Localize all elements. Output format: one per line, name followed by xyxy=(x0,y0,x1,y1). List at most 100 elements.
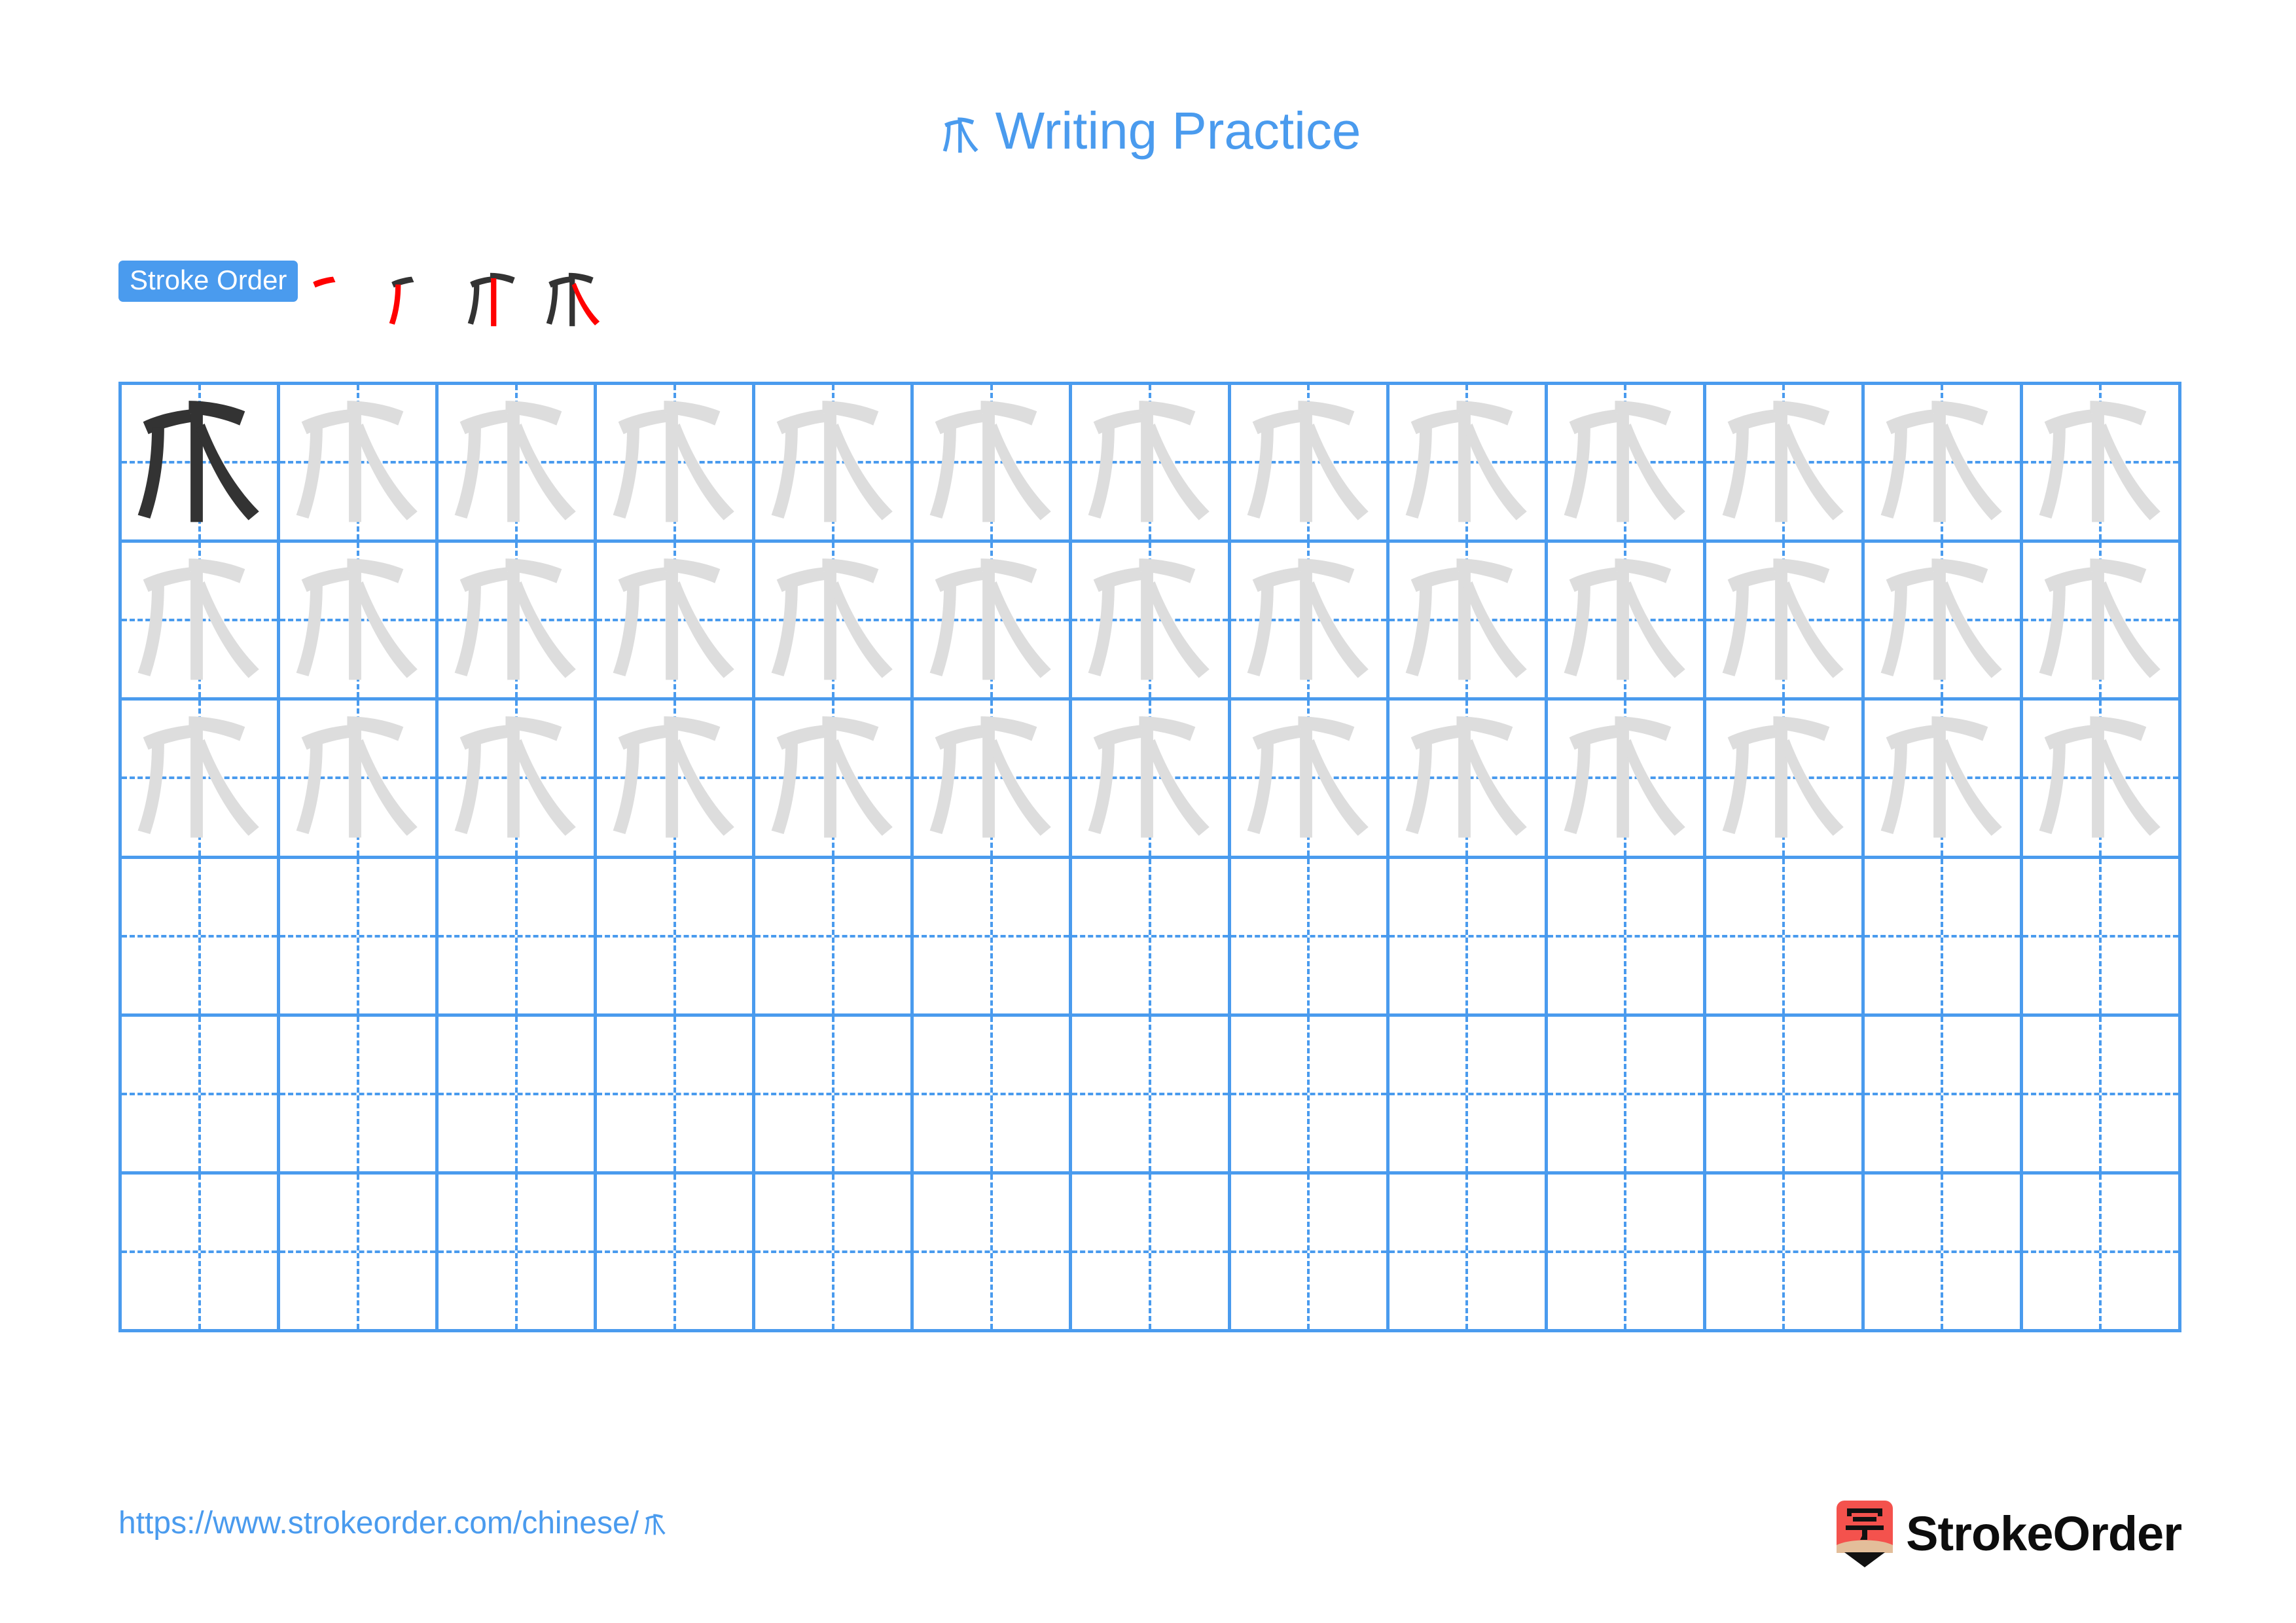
trace-character xyxy=(755,385,910,539)
practice-cell[interactable] xyxy=(914,1016,1073,1175)
practice-cell[interactable] xyxy=(597,543,756,701)
practice-cell[interactable] xyxy=(439,543,598,701)
practice-cell[interactable] xyxy=(597,858,756,1017)
practice-cell[interactable] xyxy=(280,1016,439,1175)
practice-cell[interactable] xyxy=(1072,701,1231,859)
practice-cell[interactable] xyxy=(1230,701,1390,859)
practice-cell[interactable] xyxy=(122,1016,281,1175)
practice-cell[interactable] xyxy=(755,1016,914,1175)
practice-cell[interactable] xyxy=(1072,1016,1231,1175)
practice-cell[interactable] xyxy=(1389,1016,1548,1175)
practice-cell[interactable] xyxy=(1706,701,1865,859)
practice-cell[interactable] xyxy=(1389,1174,1548,1332)
practice-cell[interactable] xyxy=(1547,385,1706,543)
practice-grid xyxy=(118,382,2181,1332)
practice-cell[interactable] xyxy=(1072,385,1231,543)
practice-cell[interactable] xyxy=(914,701,1073,859)
practice-cell[interactable] xyxy=(1706,385,1865,543)
footer-url[interactable]: https://www.strokeorder.com/chinese/ xyxy=(118,1508,670,1539)
practice-cell[interactable] xyxy=(1230,543,1390,701)
practice-cell[interactable] xyxy=(597,385,756,543)
trace-character xyxy=(1390,701,1545,855)
practice-cell[interactable] xyxy=(280,858,439,1017)
trace-character xyxy=(1231,385,1386,539)
practice-cell[interactable] xyxy=(1230,1016,1390,1175)
practice-cell[interactable] xyxy=(914,1174,1073,1332)
practice-cell[interactable] xyxy=(1706,1174,1865,1332)
practice-cell[interactable] xyxy=(755,701,914,859)
practice-cell[interactable] xyxy=(2022,385,2181,543)
practice-cell[interactable] xyxy=(1864,701,2023,859)
practice-cell[interactable] xyxy=(1230,385,1390,543)
trace-character xyxy=(1231,701,1386,855)
footer-url-text: https://www.strokeorder.com/chinese/ xyxy=(118,1506,639,1541)
practice-cell[interactable] xyxy=(1706,1016,1865,1175)
practice-cell[interactable] xyxy=(1389,701,1548,859)
practice-cell[interactable] xyxy=(1864,1016,2023,1175)
practice-cell[interactable] xyxy=(1864,385,2023,543)
practice-cell[interactable] xyxy=(1547,858,1706,1017)
practice-cell[interactable] xyxy=(439,701,598,859)
practice-cell[interactable] xyxy=(280,543,439,701)
practice-cell[interactable] xyxy=(439,858,598,1017)
practice-cell[interactable] xyxy=(439,1016,598,1175)
practice-cell[interactable] xyxy=(280,1174,439,1332)
practice-cell[interactable] xyxy=(1389,543,1548,701)
trace-character xyxy=(1072,385,1227,539)
practice-cell[interactable] xyxy=(1864,1174,2023,1332)
practice-cell[interactable] xyxy=(914,858,1073,1017)
practice-cell[interactable] xyxy=(439,385,598,543)
practice-cell[interactable] xyxy=(280,701,439,859)
trace-character xyxy=(755,701,910,855)
practice-cell[interactable] xyxy=(280,385,439,543)
practice-cell[interactable] xyxy=(597,1174,756,1332)
practice-cell[interactable] xyxy=(1389,858,1548,1017)
trace-character xyxy=(914,385,1069,539)
practice-cell[interactable] xyxy=(122,385,281,543)
trace-character xyxy=(2023,385,2178,539)
practice-cell[interactable] xyxy=(1230,1174,1390,1332)
practice-cell[interactable] xyxy=(2022,1174,2181,1332)
page-title: Writing Practice xyxy=(0,105,2296,158)
practice-cell[interactable] xyxy=(914,543,1073,701)
trace-character xyxy=(1072,543,1227,697)
practice-cell[interactable] xyxy=(914,385,1073,543)
practice-cell[interactable] xyxy=(597,701,756,859)
practice-cell[interactable] xyxy=(1547,701,1706,859)
practice-cell[interactable] xyxy=(2022,1016,2181,1175)
practice-cell[interactable] xyxy=(1072,1174,1231,1332)
practice-cell[interactable] xyxy=(1072,858,1231,1017)
practice-cell[interactable] xyxy=(1547,543,1706,701)
practice-cell[interactable] xyxy=(755,858,914,1017)
stroke-order-section: Stroke Order xyxy=(118,257,612,335)
practice-cell[interactable] xyxy=(1706,858,1865,1017)
practice-cell[interactable] xyxy=(122,1174,281,1332)
stroke-step-2 xyxy=(378,257,455,334)
trace-character xyxy=(280,701,435,855)
practice-cell[interactable] xyxy=(755,543,914,701)
practice-cell[interactable] xyxy=(755,1174,914,1332)
practice-cell[interactable] xyxy=(755,385,914,543)
practice-cell[interactable] xyxy=(1864,543,2023,701)
practice-cell[interactable] xyxy=(1389,385,1548,543)
practice-cell[interactable] xyxy=(122,858,281,1017)
practice-cell[interactable] xyxy=(2022,701,2181,859)
practice-cell[interactable] xyxy=(1547,1016,1706,1175)
practice-cell[interactable] xyxy=(1072,543,1231,701)
trace-character xyxy=(439,385,594,539)
practice-cell[interactable] xyxy=(1706,543,1865,701)
practice-cell[interactable] xyxy=(2022,543,2181,701)
practice-cell[interactable] xyxy=(122,701,281,859)
practice-cell[interactable] xyxy=(2022,858,2181,1017)
trace-character xyxy=(1865,385,2020,539)
practice-cell[interactable] xyxy=(122,543,281,701)
trace-character xyxy=(1548,543,1703,697)
trace-character xyxy=(597,543,752,697)
practice-cell[interactable] xyxy=(1230,858,1390,1017)
trace-character xyxy=(1548,701,1703,855)
practice-cell[interactable] xyxy=(1547,1174,1706,1332)
footer-logo[interactable]: StrokeOrder xyxy=(1837,1499,2182,1568)
practice-cell[interactable] xyxy=(1864,858,2023,1017)
practice-cell[interactable] xyxy=(597,1016,756,1175)
practice-cell[interactable] xyxy=(439,1174,598,1332)
